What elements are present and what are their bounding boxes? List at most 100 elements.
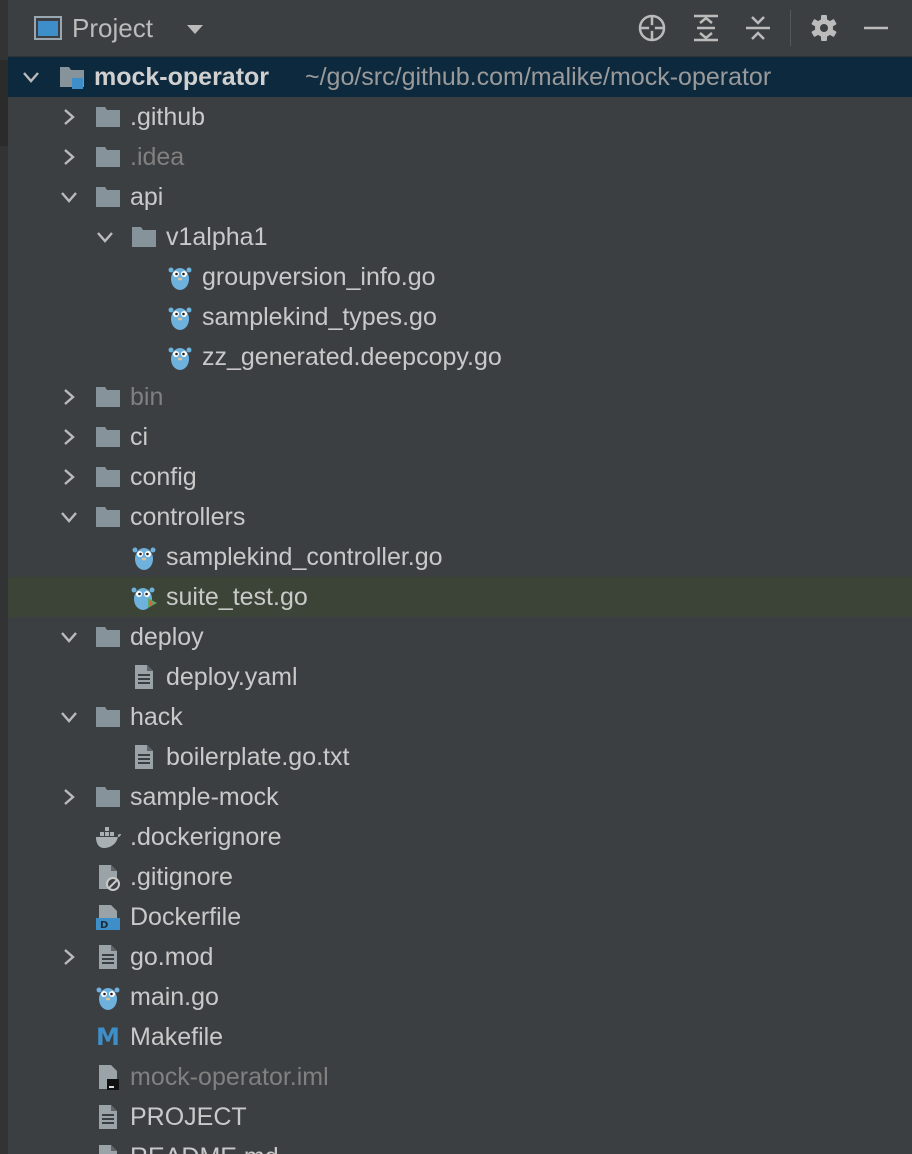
tree-item-label: groupversion_info.go [202,263,436,291]
tree-row-dockerignore[interactable]: .dockerignore [8,817,912,857]
tree-row-project[interactable]: PROJECT [8,1097,912,1137]
tree-item-label: go.mod [130,943,214,971]
gopher-icon [168,307,192,330]
tree-row-main-go[interactable]: main.go [8,977,912,1017]
tree-row-bin[interactable]: bin [8,377,912,417]
tree-row-deploy-yaml[interactable]: deploy.yaml [8,657,912,697]
tree-item-label: Dockerfile [130,903,242,931]
gear-icon[interactable] [808,12,840,44]
folder-icon [96,427,120,447]
tree-row-sample-mock[interactable]: sample-mock [8,777,912,817]
tree-item-label: config [130,463,197,491]
tree-item-label: samplekind_controller.go [166,543,443,571]
chevron-right-icon[interactable] [58,946,80,968]
folder-icon [96,707,120,727]
tree-item-label: sample-mock [130,783,279,811]
tree-root-row[interactable]: mock-operator ~/go/src/github.com/malike… [8,57,912,97]
tree-item-label: main.go [130,983,219,1011]
folder-icon [96,147,120,167]
tree-row-samplekind-types-go[interactable]: samplekind_types.go [8,297,912,337]
left-tool-strip [0,0,8,1154]
root-project-path: ~/go/src/github.com/malike/mock-operator [305,63,772,91]
chevron-right-icon[interactable] [58,466,80,488]
tree-row-suite-test-go[interactable]: suite_test.go [8,577,912,617]
tree-item-label: README.md [130,1142,279,1154]
tree-item-label: zz_generated.deepcopy.go [202,343,502,371]
tree-row-ci[interactable]: ci [8,417,912,457]
tree-row-api[interactable]: api [8,177,912,217]
locate-icon[interactable] [636,12,668,44]
tree-item-label: PROJECT [130,1103,247,1131]
collapse-all-icon[interactable] [742,12,774,44]
gopher-icon [168,267,192,290]
chevron-down-icon[interactable] [58,706,80,728]
tree-item-label: v1alpha1 [166,223,268,251]
gopher-icon [132,547,156,570]
iml-file-icon [99,1065,119,1090]
chevron-down-icon[interactable] [58,506,80,528]
tree-row-config[interactable]: config [8,457,912,497]
folder-icon [96,467,120,487]
folder-icon [96,107,120,127]
svg-text:D: D [100,920,108,931]
tree-row-deploy[interactable]: deploy [8,617,912,657]
text-file-icon [99,1105,117,1129]
hide-icon[interactable] [860,12,892,44]
chevron-down-icon[interactable] [58,186,80,208]
project-window-icon [34,16,62,40]
tree-row-makefile[interactable]: M Makefile [8,1017,912,1057]
folder-icon [96,507,120,527]
chevron-right-icon[interactable] [58,426,80,448]
chevron-right-icon[interactable] [58,386,80,408]
chevron-right-icon[interactable] [58,106,80,128]
chevron-right-icon[interactable] [58,146,80,168]
tree-item-label: api [130,183,164,211]
tree-row-samplekind-controller-go[interactable]: samplekind_controller.go [8,537,912,577]
tree-item-label: samplekind_types.go [202,303,437,331]
text-file-icon [99,1145,117,1154]
tree-item-label: Makefile [130,1023,224,1051]
tree-row-readme-md[interactable]: README.md [8,1137,912,1154]
tree-row-controllers[interactable]: controllers [8,497,912,537]
docker-whale-icon [96,827,121,848]
chevron-down-icon[interactable] [20,66,42,88]
text-file-icon [135,665,153,689]
tree-row-github[interactable]: .github [8,97,912,137]
tree-item-label: boilerplate.go.txt [166,743,350,771]
tree-item-label: ci [130,423,149,451]
toolbar-separator [790,10,791,46]
gitignore-icon [99,865,120,891]
gopher-icon [96,987,120,1010]
tree-row-v1alpha1[interactable]: v1alpha1 [8,217,912,257]
gopher-test-icon [131,587,157,610]
project-tree: mock-operator ~/go/src/github.com/malike… [8,57,912,1154]
gopher-icon [168,347,192,370]
module-folder-icon [60,67,84,89]
folder-icon [132,227,156,247]
project-view-title[interactable]: Project [72,13,153,44]
tree-row-hack[interactable]: hack [8,697,912,737]
folder-icon [96,627,120,647]
left-strip-shade [0,60,8,146]
expand-all-icon[interactable] [690,12,722,44]
makefile-icon: M [96,1023,120,1051]
tree-item-label: .idea [130,143,185,171]
folder-icon [96,187,120,207]
tree-row-go-mod[interactable]: go.mod [8,937,912,977]
tree-item-label: .gitignore [130,863,233,891]
tree-row-idea[interactable]: .idea [8,137,912,177]
tree-item-label: deploy [130,623,204,651]
chevron-right-icon[interactable] [58,786,80,808]
tree-row-dockerfile[interactable]: D Dockerfile [8,897,912,937]
tree-item-label: bin [130,383,164,411]
tree-row-gitignore[interactable]: .gitignore [8,857,912,897]
root-project-name: mock-operator [94,63,270,91]
tree-row-boilerplate-go-txt[interactable]: boilerplate.go.txt [8,737,912,777]
tree-row-groupversion-info-go[interactable]: groupversion_info.go [8,257,912,297]
chevron-down-icon[interactable] [58,626,80,648]
tree-row-zz-generated-deepcopy-go[interactable]: zz_generated.deepcopy.go [8,337,912,377]
folder-icon [96,787,120,807]
chevron-down-icon[interactable] [94,226,116,248]
tree-row-mock-operator-iml[interactable]: mock-operator.iml [8,1057,912,1097]
chevron-down-icon[interactable] [184,18,206,40]
